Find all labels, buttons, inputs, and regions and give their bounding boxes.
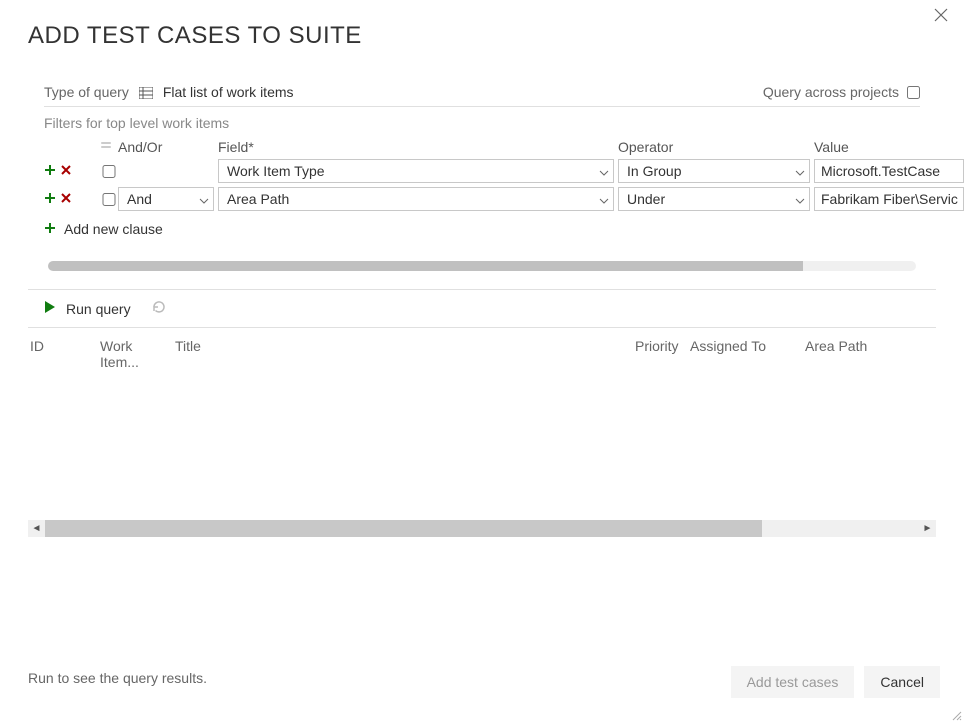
scroll-right-arrow[interactable]: ►	[919, 523, 936, 534]
col-areapath[interactable]: Area Path	[805, 338, 905, 370]
andor-value: And	[127, 191, 152, 207]
chevron-down-icon	[599, 191, 609, 207]
group-icon	[100, 139, 118, 155]
value-input[interactable]: Fabrikam Fiber\Servic	[814, 187, 964, 211]
horizontal-scrollbar[interactable]	[48, 261, 916, 271]
run-query-button[interactable]: Run query	[66, 301, 131, 317]
chevron-down-icon	[795, 163, 805, 179]
refresh-icon[interactable]	[151, 300, 167, 317]
col-assignedto[interactable]: Assigned To	[690, 338, 805, 370]
col-id[interactable]: ID	[30, 338, 100, 370]
insert-clause-icon[interactable]	[44, 191, 56, 207]
cross-projects-checkbox[interactable]	[907, 86, 920, 99]
col-workitem[interactable]: Work Item...	[100, 338, 175, 370]
status-message: Run to see the query results.	[28, 670, 207, 686]
resize-grip-icon[interactable]	[950, 708, 962, 724]
chevron-down-icon	[599, 163, 609, 179]
col-priority[interactable]: Priority	[635, 338, 690, 370]
filters-label: Filters for top level work items	[28, 107, 936, 139]
add-new-clause-button[interactable]: Add new clause	[28, 215, 936, 253]
field-dropdown[interactable]: Work Item Type	[218, 159, 614, 183]
field-dropdown[interactable]: Area Path	[218, 187, 614, 211]
add-test-cases-button[interactable]: Add test cases	[731, 666, 855, 698]
remove-clause-icon[interactable]	[60, 191, 72, 207]
cross-projects-label: Query across projects	[763, 84, 899, 100]
remove-clause-icon[interactable]	[60, 163, 72, 179]
insert-clause-icon[interactable]	[44, 163, 56, 179]
results-header: ID Work Item... Title Priority Assigned …	[28, 328, 936, 380]
filter-row: And Area Path Under Fabrikam Fiber\Servi…	[44, 187, 920, 211]
header-field: Field*	[218, 139, 618, 155]
operator-value: In Group	[627, 163, 681, 179]
play-icon[interactable]	[44, 300, 56, 317]
query-type-row: Type of query Flat list of work items Qu…	[28, 78, 936, 106]
header-value: Value	[814, 139, 964, 155]
filter-row: Work Item Type In Group Microsoft.TestCa…	[44, 159, 920, 183]
operator-value: Under	[627, 191, 665, 207]
scroll-left-arrow[interactable]: ◄	[28, 523, 45, 534]
col-title[interactable]: Title	[175, 338, 635, 370]
dialog-title: ADD TEST CASES TO SUITE	[28, 22, 936, 50]
run-query-toolbar: Run query	[28, 289, 936, 328]
plus-icon	[44, 221, 56, 237]
header-andor: And/Or	[118, 139, 218, 155]
operator-dropdown[interactable]: In Group	[618, 159, 810, 183]
andor-dropdown[interactable]: And	[118, 187, 214, 211]
field-value: Work Item Type	[227, 163, 325, 179]
row-checkbox[interactable]	[100, 193, 118, 206]
filters-header: And/Or Field* Operator Value	[44, 139, 920, 159]
chevron-down-icon	[199, 191, 209, 207]
flat-list-icon[interactable]	[139, 86, 153, 98]
scroll-thumb[interactable]	[45, 520, 762, 537]
query-type-value[interactable]: Flat list of work items	[163, 84, 294, 100]
chevron-down-icon	[795, 191, 805, 207]
field-value: Area Path	[227, 191, 289, 207]
results-scrollbar[interactable]: ◄ ►	[28, 520, 936, 537]
header-operator: Operator	[618, 139, 814, 155]
query-type-label: Type of query	[44, 84, 129, 100]
operator-dropdown[interactable]: Under	[618, 187, 810, 211]
cancel-button[interactable]: Cancel	[864, 666, 940, 698]
add-clause-label: Add new clause	[64, 221, 163, 237]
results-body	[28, 380, 936, 520]
close-icon[interactable]	[934, 8, 948, 25]
value-input[interactable]: Microsoft.TestCase	[814, 159, 964, 183]
row-checkbox[interactable]	[100, 165, 118, 178]
